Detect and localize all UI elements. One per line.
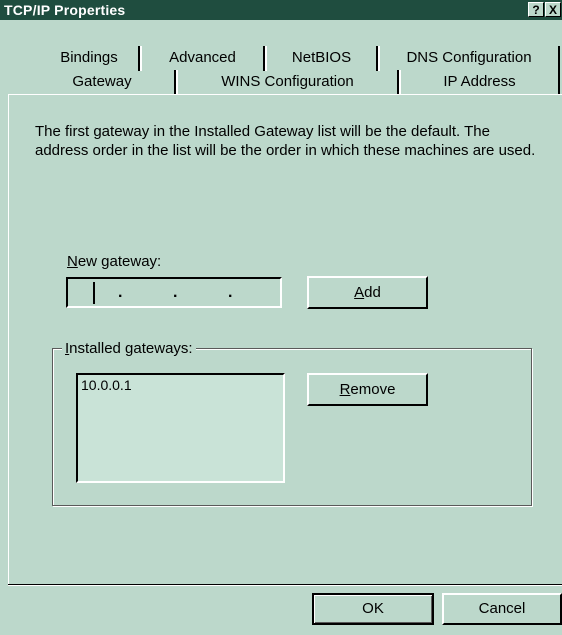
remove-label: emove	[350, 381, 396, 398]
tab-dns-configuration[interactable]: DNS Configuration	[378, 46, 560, 71]
installed-label-text: nstalled gateways:	[69, 340, 193, 357]
new-gateway-label: New gateway:	[67, 253, 161, 270]
tab-wins-configuration[interactable]: WINS Configuration	[176, 70, 399, 95]
tab-ip-address[interactable]: IP Address	[399, 70, 560, 95]
tab-bindings[interactable]: Bindings	[40, 46, 140, 71]
text-caret	[93, 282, 95, 304]
cancel-button[interactable]: Cancel	[442, 593, 562, 625]
installed-gateways-label: Installed gateways:	[62, 340, 196, 357]
list-item[interactable]: 10.0.0.1	[81, 377, 132, 393]
ok-button[interactable]: OK	[312, 593, 434, 625]
ip-dot: .	[173, 284, 178, 301]
close-button[interactable]: X	[545, 2, 561, 17]
help-button[interactable]: ?	[528, 2, 544, 17]
new-gateway-mnemonic: N	[67, 253, 78, 270]
tab-advanced[interactable]: Advanced	[140, 46, 265, 71]
add-label: dd	[364, 284, 381, 301]
remove-button[interactable]: Remove	[307, 373, 428, 406]
installed-gateways-list[interactable]: 10.0.0.1	[76, 373, 285, 483]
new-gateway-ip-input[interactable]: . . .	[66, 277, 282, 308]
add-button[interactable]: Add	[307, 276, 428, 309]
remove-mnemonic: R	[339, 381, 351, 398]
tab-gateway[interactable]: Gateway	[30, 70, 176, 95]
new-gateway-label-text: ew gateway:	[77, 253, 162, 270]
tab-panel-left-edge	[8, 94, 9, 584]
ip-dot: .	[228, 284, 233, 301]
tab-netbios[interactable]: NetBIOS	[265, 46, 378, 71]
add-mnemonic: A	[354, 284, 365, 301]
gateway-description: The first gateway in the Installed Gatew…	[35, 123, 536, 159]
ip-dot: .	[118, 284, 123, 301]
title-bar: TCP/IP Properties ? X	[0, 0, 562, 20]
window-title: TCP/IP Properties	[4, 2, 126, 18]
tab-panel-top-edge	[8, 94, 562, 95]
footer-separator-highlight	[8, 585, 562, 586]
